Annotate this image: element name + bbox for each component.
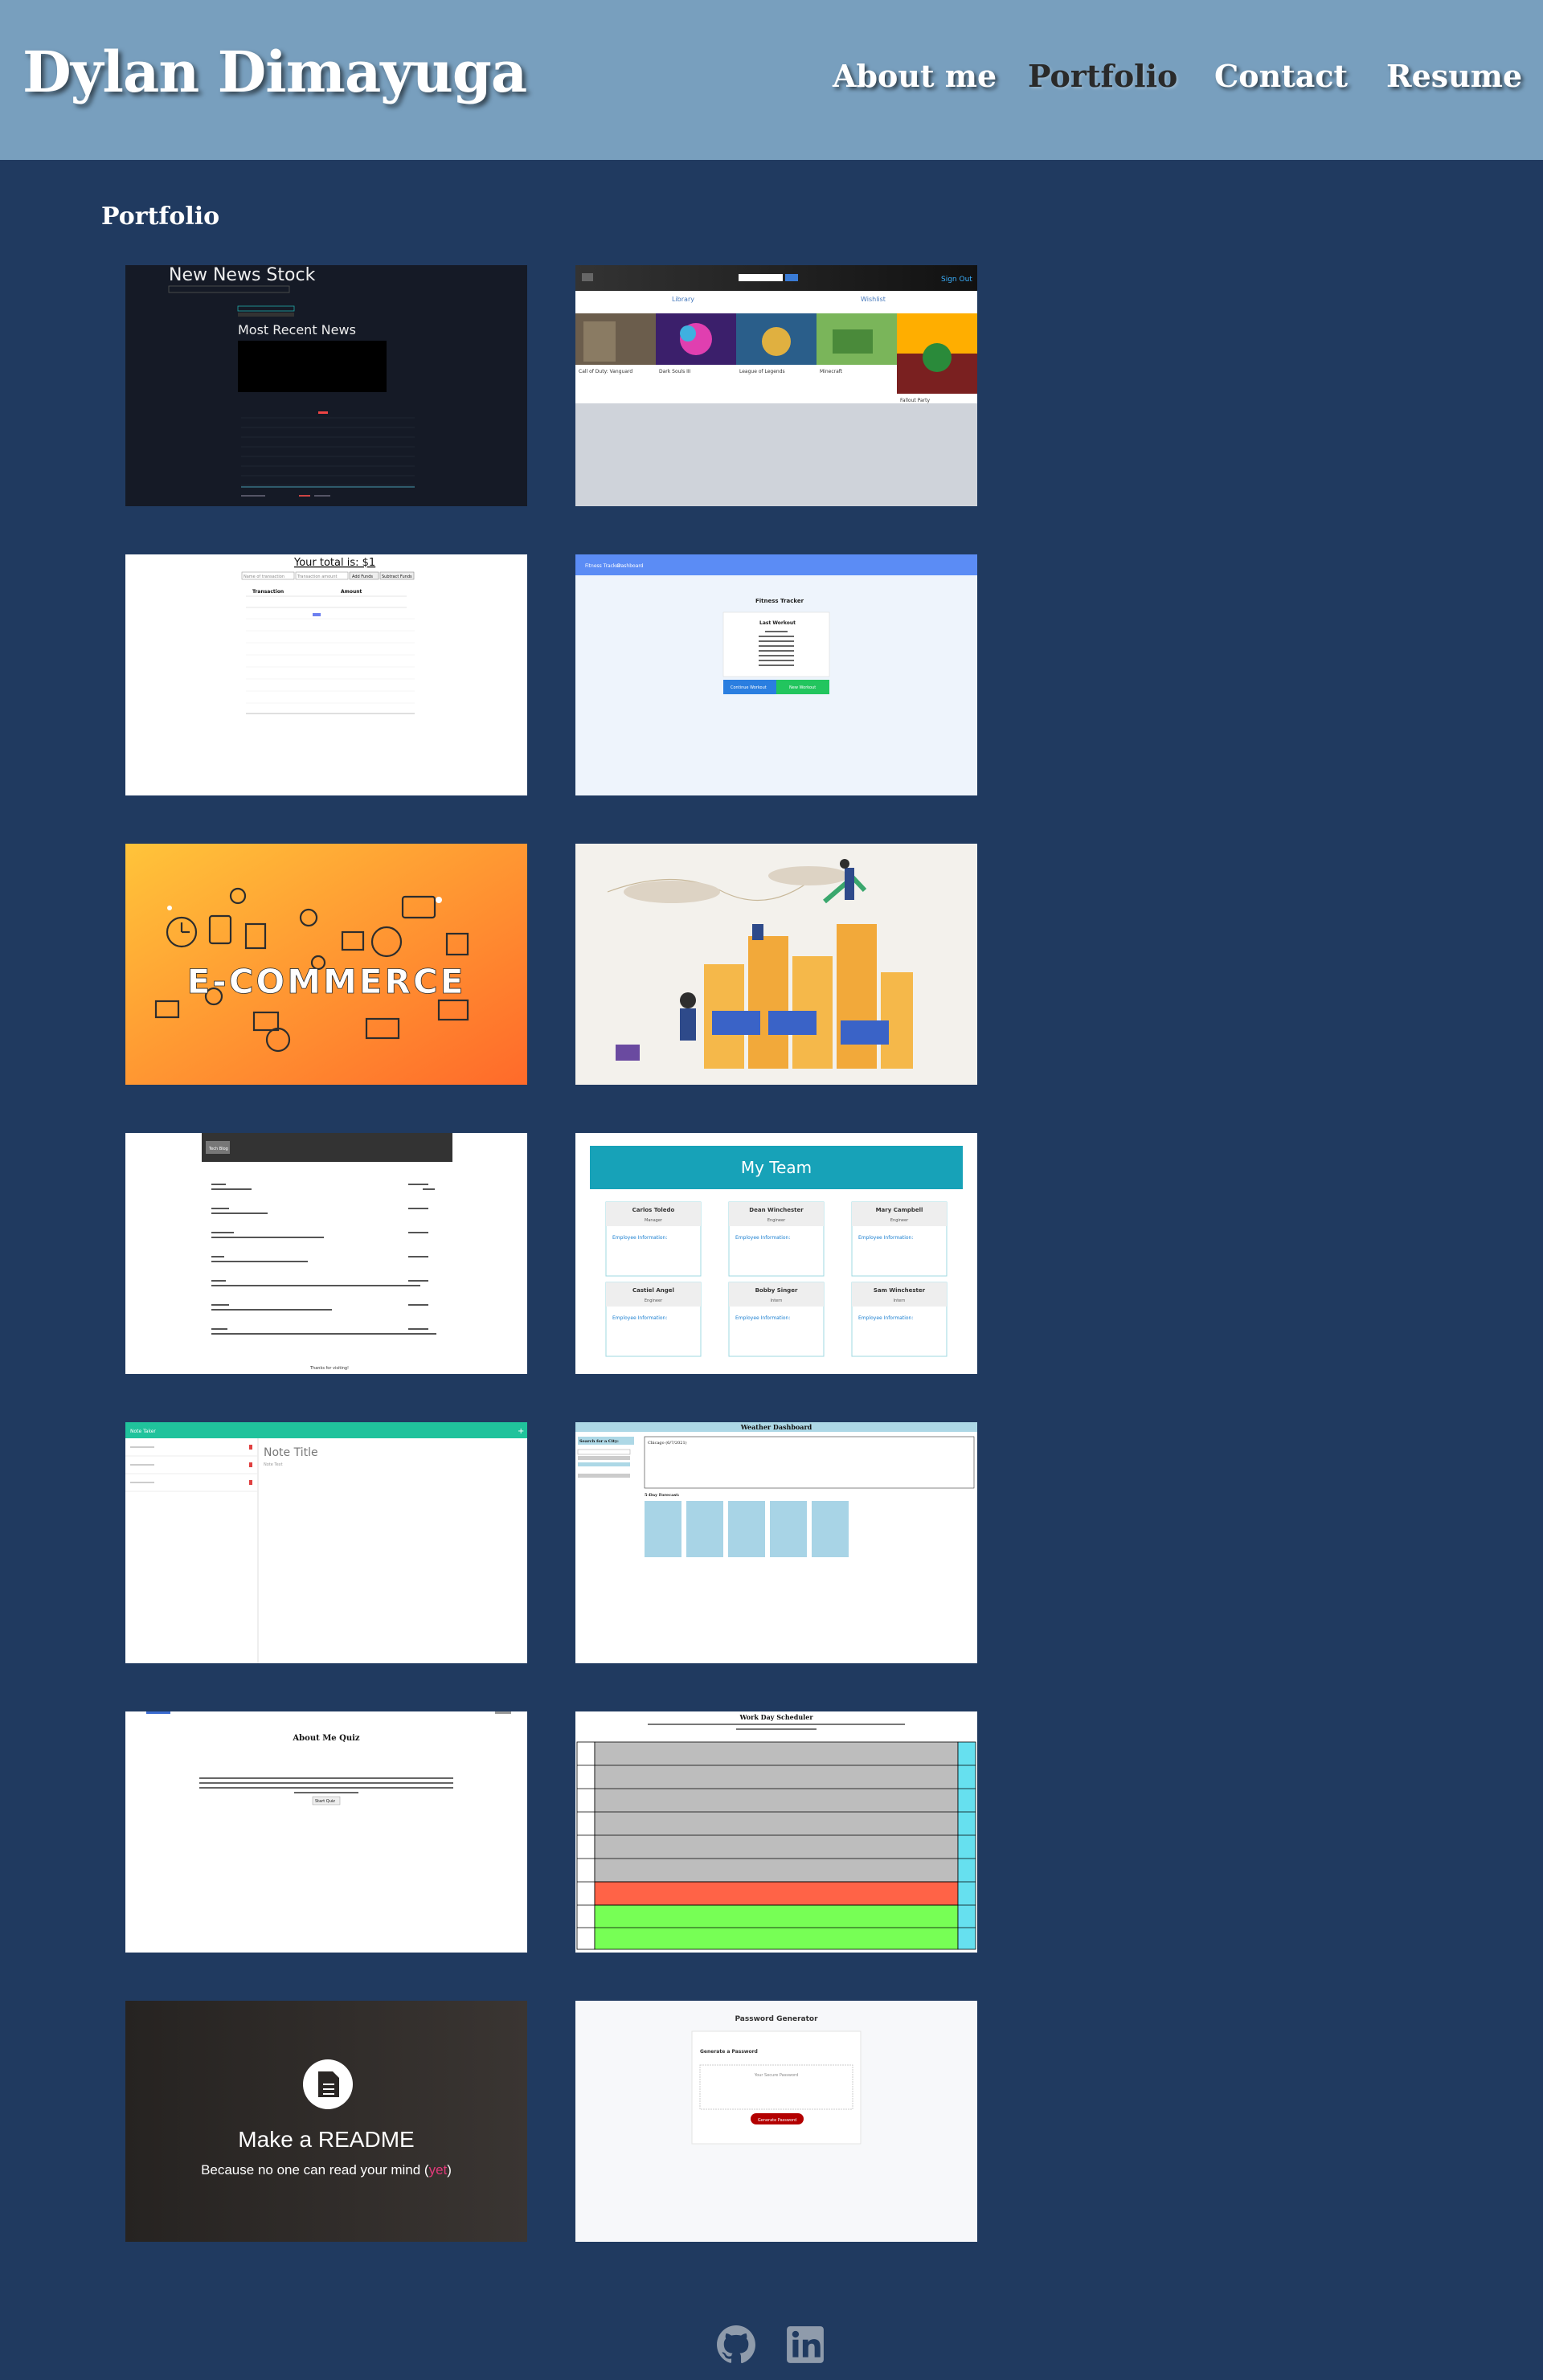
svg-text:Generate a Password: Generate a Password xyxy=(700,2049,758,2055)
svg-text:Intern: Intern xyxy=(894,1298,906,1303)
readme-tagline: Because no one can read your mind (yet) xyxy=(201,2162,452,2178)
project-card-budget-tracker[interactable]: Your total is: $1 Name of transaction Tr… xyxy=(125,554,527,795)
svg-text:Weather Dashboard: Weather Dashboard xyxy=(740,1423,812,1431)
svg-text:Work Day Scheduler: Work Day Scheduler xyxy=(739,1713,813,1721)
svg-text:Thanks for visiting!: Thanks for visiting! xyxy=(309,1366,349,1371)
svg-text:Engineer: Engineer xyxy=(767,1218,786,1223)
project-card-tech-blog[interactable]: Tech Blog Thanks for visiting! xyxy=(125,1133,527,1374)
svg-text:Call of Duty: Vanguard: Call of Duty: Vanguard xyxy=(579,369,632,374)
project-card-game-library[interactable]: Sign Out Library Wishlist Call of Duty: … xyxy=(575,265,977,506)
note-taker-screenshot: Note Taker + Note Title Note Text xyxy=(125,1422,527,1663)
team-profile-screenshot: My Team Carlos Toledo Manager Employee I… xyxy=(575,1133,977,1374)
svg-text:Library: Library xyxy=(672,296,694,303)
svg-text:Carlos Toledo: Carlos Toledo xyxy=(632,1207,675,1213)
svg-text:About Me Quiz: About Me Quiz xyxy=(292,1734,359,1743)
svg-text:Castiel Angel: Castiel Angel xyxy=(632,1287,674,1294)
site-header: Dylan Dimayuga About me Portfolio Contac… xyxy=(0,0,1543,160)
svg-text:Dean Winchester: Dean Winchester xyxy=(749,1207,804,1213)
svg-text:Your Secure Password: Your Secure Password xyxy=(754,2073,798,2078)
svg-text:Last Workout: Last Workout xyxy=(759,620,796,626)
svg-text:+: + xyxy=(518,1427,524,1436)
svg-text:Fitness Tracker: Fitness Tracker xyxy=(755,598,804,604)
budget-tracker-screenshot: Your total is: $1 Name of transaction Tr… xyxy=(125,554,527,795)
svg-text:Password Generator: Password Generator xyxy=(735,2015,818,2023)
nav-portfolio[interactable]: Portfolio xyxy=(1028,58,1177,94)
linkedin-icon[interactable] xyxy=(785,2325,825,2365)
github-icon[interactable] xyxy=(716,2325,756,2365)
svg-text:Employee Information:: Employee Information: xyxy=(858,1235,913,1241)
team-title: My Team xyxy=(741,1158,812,1177)
svg-text:Minecraft: Minecraft xyxy=(820,369,843,374)
svg-text:Chicago (6/7/2021): Chicago (6/7/2021) xyxy=(648,1440,687,1446)
svg-text:Employee Information:: Employee Information: xyxy=(612,1235,667,1241)
site-brand[interactable]: Dylan Dimayuga xyxy=(23,39,527,105)
project-card-work-day-scheduler[interactable]: Work Day Scheduler xyxy=(575,1711,977,1953)
game-library-screenshot: Sign Out Library Wishlist Call of Duty: … xyxy=(575,265,977,506)
svg-text:Add Funds: Add Funds xyxy=(352,575,373,579)
svg-text:Note Title: Note Title xyxy=(264,1446,318,1459)
svg-text:Transaction: Transaction xyxy=(252,589,284,595)
weather-dashboard-screenshot: Weather Dashboard Search for a City: Chi… xyxy=(575,1422,977,1663)
svg-text:Search for a City:: Search for a City: xyxy=(579,1439,619,1444)
svg-text:Employee Information:: Employee Information: xyxy=(612,1315,667,1321)
svg-text:League of Legends: League of Legends xyxy=(739,369,785,374)
svg-text:Amount: Amount xyxy=(341,589,362,595)
svg-text:Tech Blog: Tech Blog xyxy=(208,1147,228,1151)
svg-text:Intern: Intern xyxy=(771,1298,783,1303)
svg-text:Dark Souls III: Dark Souls III xyxy=(659,369,691,374)
project-card-team-growth[interactable] xyxy=(575,844,977,1085)
svg-text:Manager: Manager xyxy=(645,1218,663,1223)
project-card-fitness-tracker[interactable]: Fitness Tracker Dashboard Fitness Tracke… xyxy=(575,554,977,795)
ecommerce-screenshot: E-COMMERCE xyxy=(125,844,527,1085)
ecommerce-word: E-COMMERCE xyxy=(187,962,466,1001)
project-card-readme-generator[interactable]: Make a README Because no one can read yo… xyxy=(125,2001,527,2242)
svg-text:Fitness Tracker: Fitness Tracker xyxy=(585,563,621,569)
svg-text:Generate Password: Generate Password xyxy=(758,2118,796,2123)
svg-text:Subtract Funds: Subtract Funds xyxy=(382,575,412,579)
svg-text:Dashboard: Dashboard xyxy=(617,563,644,569)
svg-text:Mary Campbell: Mary Campbell xyxy=(876,1207,923,1213)
svg-text:Employee Information:: Employee Information: xyxy=(735,1315,790,1321)
svg-text:Transaction amount: Transaction amount xyxy=(297,575,338,579)
nav-resume[interactable]: Resume xyxy=(1386,58,1522,94)
svg-text:Bobby Singer: Bobby Singer xyxy=(755,1287,798,1294)
readme-title: Make a README xyxy=(238,2127,414,2152)
svg-text:Note Text: Note Text xyxy=(264,1462,283,1467)
svg-text:Employee Information:: Employee Information: xyxy=(735,1235,790,1241)
svg-text:Your total is: $1: Your total is: $1 xyxy=(293,557,375,569)
svg-text:5-Day Forecast:: 5-Day Forecast: xyxy=(645,1493,680,1498)
svg-text:Start Quiz: Start Quiz xyxy=(315,1799,335,1804)
svg-text:Engineer: Engineer xyxy=(890,1218,909,1223)
project-card-password-generator[interactable]: Password Generator Generate a Password Y… xyxy=(575,2001,977,2242)
svg-text:Wishlist: Wishlist xyxy=(861,296,886,303)
project-card-team-profile[interactable]: My Team Carlos Toledo Manager Employee I… xyxy=(575,1133,977,1374)
svg-text:Continue Workout: Continue Workout xyxy=(731,685,767,690)
fitness-tracker-screenshot: Fitness Tracker Dashboard Fitness Tracke… xyxy=(575,554,977,795)
nav-about-me[interactable]: About me xyxy=(833,58,997,94)
scheduler-screenshot: Work Day Scheduler xyxy=(575,1711,977,1953)
project-card-news-stock[interactable]: New News Stock Most Recent News xyxy=(125,265,527,506)
news-stock-subtitle: Most Recent News xyxy=(238,322,356,337)
password-generator-screenshot: Password Generator Generate a Password Y… xyxy=(575,2001,977,2242)
project-card-ecommerce[interactable]: E-COMMERCE xyxy=(125,844,527,1085)
project-card-weather-dashboard[interactable]: Weather Dashboard Search for a City: Chi… xyxy=(575,1422,977,1663)
svg-text:Note Taker: Note Taker xyxy=(130,1429,156,1434)
news-stock-screenshot: New News Stock Most Recent News xyxy=(125,265,527,506)
quiz-screenshot: About Me Quiz Start Quiz xyxy=(125,1711,527,1953)
news-stock-title: New News Stock xyxy=(169,265,316,285)
svg-text:Employee Information:: Employee Information: xyxy=(858,1315,913,1321)
svg-text:Fallout Party: Fallout Party xyxy=(900,398,930,403)
team-growth-illustration xyxy=(575,844,977,1085)
svg-text:Engineer: Engineer xyxy=(645,1298,663,1303)
svg-text:Name of transaction: Name of transaction xyxy=(244,575,284,579)
svg-text:Sam Winchester: Sam Winchester xyxy=(874,1287,926,1294)
portfolio-title: Portfolio xyxy=(101,202,220,231)
library-signout: Sign Out xyxy=(941,276,972,284)
svg-text:New Workout: New Workout xyxy=(789,685,816,690)
nav-contact[interactable]: Contact xyxy=(1214,58,1348,94)
project-card-note-taker[interactable]: Note Taker + Note Title Note Text xyxy=(125,1422,527,1663)
project-card-quiz[interactable]: About Me Quiz Start Quiz xyxy=(125,1711,527,1953)
readme-generator-screenshot: Make a README Because no one can read yo… xyxy=(125,2001,527,2242)
tech-blog-screenshot: Tech Blog Thanks for visiting! xyxy=(125,1133,527,1374)
